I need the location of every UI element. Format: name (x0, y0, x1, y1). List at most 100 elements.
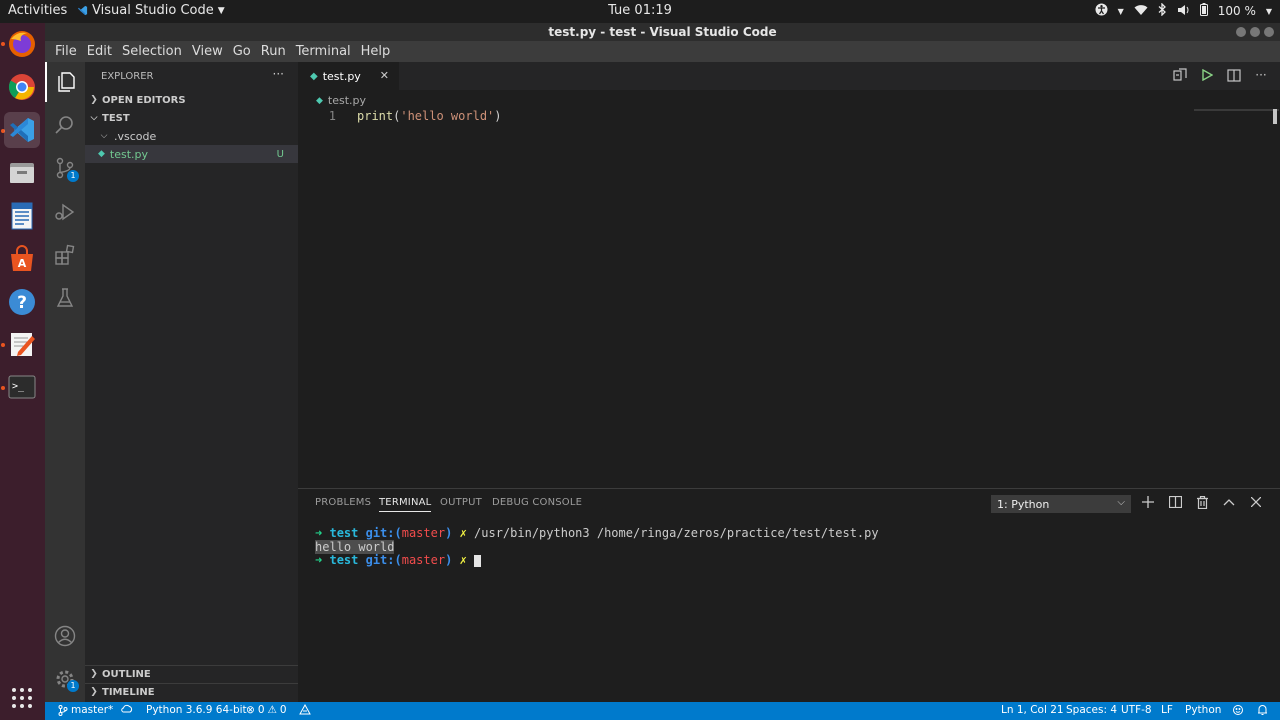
new-terminal-icon[interactable] (1141, 495, 1155, 509)
tab-test-py[interactable]: ◆ test.py ✕ (298, 62, 399, 90)
menu-help[interactable]: Help (356, 44, 396, 59)
chrome-icon[interactable] (4, 69, 40, 105)
help-icon[interactable]: ? (4, 284, 40, 320)
volume-icon[interactable] (1177, 4, 1190, 19)
menu-edit[interactable]: Edit (82, 44, 117, 59)
menu-terminal[interactable]: Terminal (291, 44, 356, 59)
svg-text:A: A (18, 257, 27, 270)
tab-debug-console[interactable]: DEBUG CONSOLE (492, 497, 582, 508)
explorer-icon[interactable] (45, 62, 85, 102)
code-function: print (357, 109, 394, 123)
extensions-icon[interactable] (45, 235, 85, 275)
text-editor-icon[interactable] (4, 326, 40, 362)
prompt-arrow: ➜ (315, 526, 323, 540)
maximize-panel-icon[interactable] (1222, 495, 1236, 509)
notifications-bell-icon[interactable] (1257, 704, 1268, 716)
manage-gear-icon[interactable]: 1 (45, 659, 85, 699)
breadcrumb[interactable]: ◆ test.py (316, 94, 366, 107)
minimize-button[interactable] (1236, 27, 1246, 37)
menu-selection[interactable]: Selection (117, 44, 187, 59)
close-icon[interactable]: ✕ (380, 69, 389, 82)
git-branch-status[interactable]: master* (58, 704, 113, 716)
tab-label: test.py (322, 69, 361, 83)
code-line[interactable]: 1 print('hello world') (298, 109, 1192, 124)
bluetooth-icon[interactable] (1158, 2, 1167, 19)
chevron-down-icon: ⌵ (1117, 497, 1125, 508)
cursor-position[interactable]: Ln 1, Col 21 (1001, 704, 1064, 716)
open-editors-section[interactable]: ❯ OPEN EDITORS (85, 91, 298, 109)
feedback-icon[interactable] (1232, 704, 1244, 716)
timeline-section[interactable]: ❯ TIMELINE (85, 683, 298, 701)
tab-problems[interactable]: PROBLEMS (315, 497, 371, 508)
sync-icon[interactable] (121, 704, 133, 714)
show-applications-icon[interactable] (4, 680, 40, 716)
outline-section[interactable]: ❯ OUTLINE (85, 665, 298, 683)
clock[interactable]: Tue 01:19 (608, 3, 672, 18)
live-share-icon[interactable] (299, 704, 311, 715)
run-debug-icon[interactable] (45, 192, 85, 232)
close-window-button[interactable] (1264, 27, 1274, 37)
battery-level: 100 % (1217, 4, 1256, 18)
problems-status[interactable]: ⊗ 0 ⚠ 0 (246, 704, 287, 716)
menu-go[interactable]: Go (228, 44, 256, 59)
accessibility-icon[interactable] (1095, 3, 1108, 19)
code-text[interactable]: print('hello world') (357, 109, 502, 123)
split-editor-icon[interactable] (1227, 68, 1241, 82)
firefox-icon[interactable] (4, 26, 40, 62)
python-file-icon: ◆ (310, 70, 318, 82)
chevron-down-icon: ⌵ (90, 113, 98, 123)
system-tray[interactable]: ▼ 100 % ▼ (1095, 2, 1272, 19)
writer-icon[interactable] (4, 198, 40, 234)
close-panel-icon[interactable] (1249, 495, 1263, 509)
terminal-output[interactable]: ➜ test git:(master) ✗ /usr/bin/python3 /… (315, 526, 879, 568)
terminal-line: hello world (315, 539, 879, 555)
python-file-icon: ◆ (98, 149, 105, 159)
explorer-sidebar: EXPLORER ··· ❯ OPEN EDITORS ⌵ TEST ⌵ .vs… (85, 62, 298, 702)
maximize-button[interactable] (1250, 27, 1260, 37)
battery-icon[interactable] (1199, 3, 1208, 19)
error-icon: ⊗ (246, 704, 255, 716)
folder-label: TEST (102, 112, 130, 124)
source-control-icon[interactable]: 1 (45, 148, 85, 188)
scrollbar-thumb[interactable] (1273, 109, 1277, 124)
more-actions-icon[interactable]: ··· (1254, 68, 1268, 82)
prompt-branch: master (401, 553, 446, 567)
menu-run[interactable]: Run (256, 44, 291, 59)
files-icon[interactable] (4, 155, 40, 191)
wifi-icon[interactable] (1134, 4, 1148, 19)
editor-tabs: ◆ test.py ✕ ··· (298, 62, 1280, 90)
activities-button[interactable]: Activities (8, 3, 67, 18)
window-titlebar[interactable]: test.py - test - Visual Studio Code (45, 23, 1280, 41)
encoding[interactable]: UTF-8 (1121, 704, 1152, 716)
end-of-line[interactable]: LF (1161, 704, 1173, 716)
account-icon[interactable] (45, 616, 85, 656)
tree-item-vscode[interactable]: ⌵ .vscode (85, 127, 298, 145)
more-actions-icon[interactable]: ··· (273, 67, 284, 81)
app-menu[interactable]: Visual Studio Code ▼ (77, 3, 225, 18)
indentation[interactable]: Spaces: 4 (1066, 704, 1117, 716)
search-icon[interactable] (45, 105, 85, 145)
testing-flask-icon[interactable] (45, 278, 85, 318)
terminal-selector[interactable]: 1: Python ⌵ (991, 495, 1131, 513)
tree-item-test-py[interactable]: ◆ test.py U (85, 145, 298, 163)
split-terminal-icon[interactable] (1168, 495, 1182, 509)
minimap[interactable] (1194, 109, 1279, 111)
run-python-file-icon[interactable] (1200, 68, 1214, 82)
menu-file[interactable]: File (50, 44, 82, 59)
breadcrumb-file[interactable]: test.py (328, 94, 366, 107)
untracked-status: U (276, 148, 284, 160)
code-paren-close: ) (494, 109, 502, 123)
python-interpreter[interactable]: Python 3.6.9 64-bit (146, 704, 247, 716)
folder-section-test[interactable]: ⌵ TEST (85, 109, 298, 127)
vscode-icon[interactable] (4, 112, 40, 148)
open-changes-icon[interactable] (1173, 68, 1187, 82)
tab-output[interactable]: OUTPUT (440, 497, 482, 508)
terminal-icon[interactable]: >_ (4, 369, 40, 405)
language-mode[interactable]: Python (1185, 704, 1221, 716)
tab-terminal[interactable]: TERMINAL (379, 497, 432, 512)
menu-view[interactable]: View (187, 44, 228, 59)
timeline-label: TIMELINE (102, 686, 155, 698)
trash-icon[interactable] (1195, 495, 1209, 509)
code-editor[interactable]: ◆ test.py 1 print('hello world') (298, 90, 1280, 488)
software-center-icon[interactable]: A (4, 241, 40, 277)
